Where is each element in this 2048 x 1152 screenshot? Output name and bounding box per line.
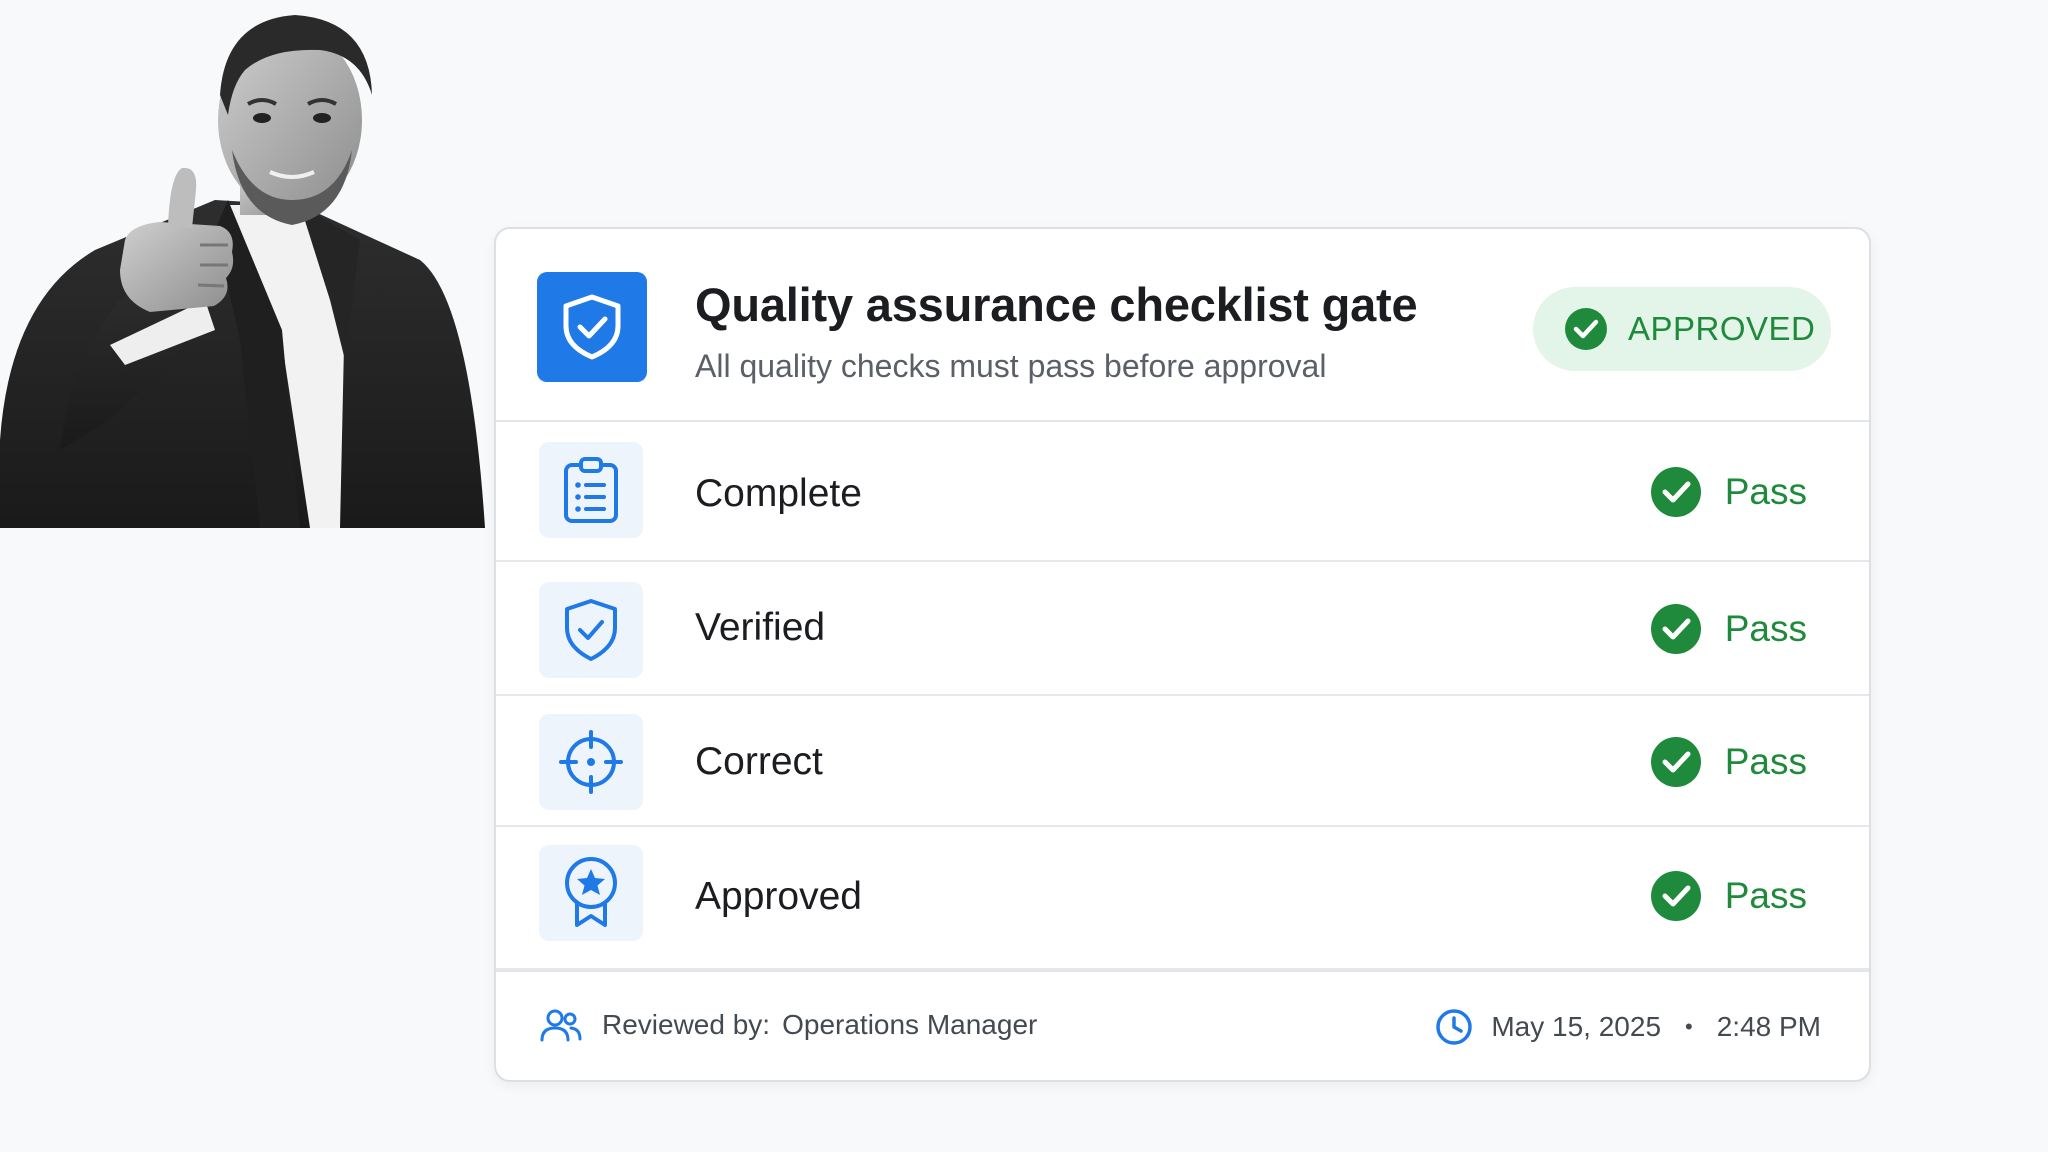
clipboard-list-icon: [539, 442, 643, 538]
check-status: Pass: [1650, 604, 1807, 654]
clock-icon: [1436, 1009, 1473, 1045]
timestamp: May 15, 2025 • 2:48 PM: [1435, 1008, 1821, 1046]
check-circle-icon: [1650, 467, 1701, 517]
checklist-row-complete: Complete Pass: [496, 422, 1869, 562]
reviewed-by-label: Reviewed by:: [602, 1009, 771, 1040]
pass-label: Pass: [1724, 608, 1807, 649]
review-date: May 15, 2025: [1491, 1011, 1662, 1042]
check-status: Pass: [1650, 737, 1807, 787]
check-status: Pass: [1650, 871, 1807, 921]
check-circle-icon: [1650, 737, 1701, 787]
stage: Quality assurance checklist gate All qua…: [0, 0, 2048, 1152]
page-title: Quality assurance checklist gate: [695, 278, 1418, 331]
card-footer: Reviewed by: Operations Manager May 15, …: [496, 970, 1869, 1080]
shield-check-icon: [537, 272, 647, 382]
separator-dot: •: [1685, 1014, 1693, 1039]
crosshair-icon: [539, 714, 643, 810]
pass-label: Pass: [1724, 875, 1807, 916]
card-header: Quality assurance checklist gate All qua…: [496, 229, 1869, 422]
reviewer-info: Reviewed by: Operations Manager: [540, 1008, 1037, 1042]
status-badge-label: APPROVED: [1628, 310, 1816, 347]
users-icon: [540, 1009, 582, 1042]
checklist-row-verified: Verified Pass: [496, 562, 1869, 696]
check-label: Correct: [695, 740, 823, 783]
person-thumbs-up-photo: [0, 0, 490, 528]
page-subtitle: All quality checks must pass before appr…: [695, 348, 1327, 384]
check-circle-icon: [1650, 604, 1701, 654]
checklist-row-approved: Approved Pass: [496, 827, 1869, 970]
reviewer-name: Operations Manager: [782, 1009, 1038, 1040]
check-circle-icon: [1650, 871, 1701, 921]
award-badge-icon: [539, 845, 643, 941]
pass-label: Pass: [1724, 471, 1807, 512]
shield-check-icon: [539, 582, 643, 678]
review-time: 2:48 PM: [1716, 1011, 1821, 1042]
check-label: Complete: [695, 472, 862, 515]
pass-label: Pass: [1724, 741, 1807, 782]
status-badge: APPROVED: [1533, 287, 1831, 371]
check-label: Approved: [695, 875, 862, 918]
check-status: Pass: [1650, 467, 1807, 517]
check-circle-icon: [1565, 308, 1607, 350]
check-label: Verified: [695, 606, 826, 649]
qa-checklist-card: Quality assurance checklist gate All qua…: [494, 227, 1871, 1082]
checklist-row-correct: Correct Pass: [496, 696, 1869, 827]
